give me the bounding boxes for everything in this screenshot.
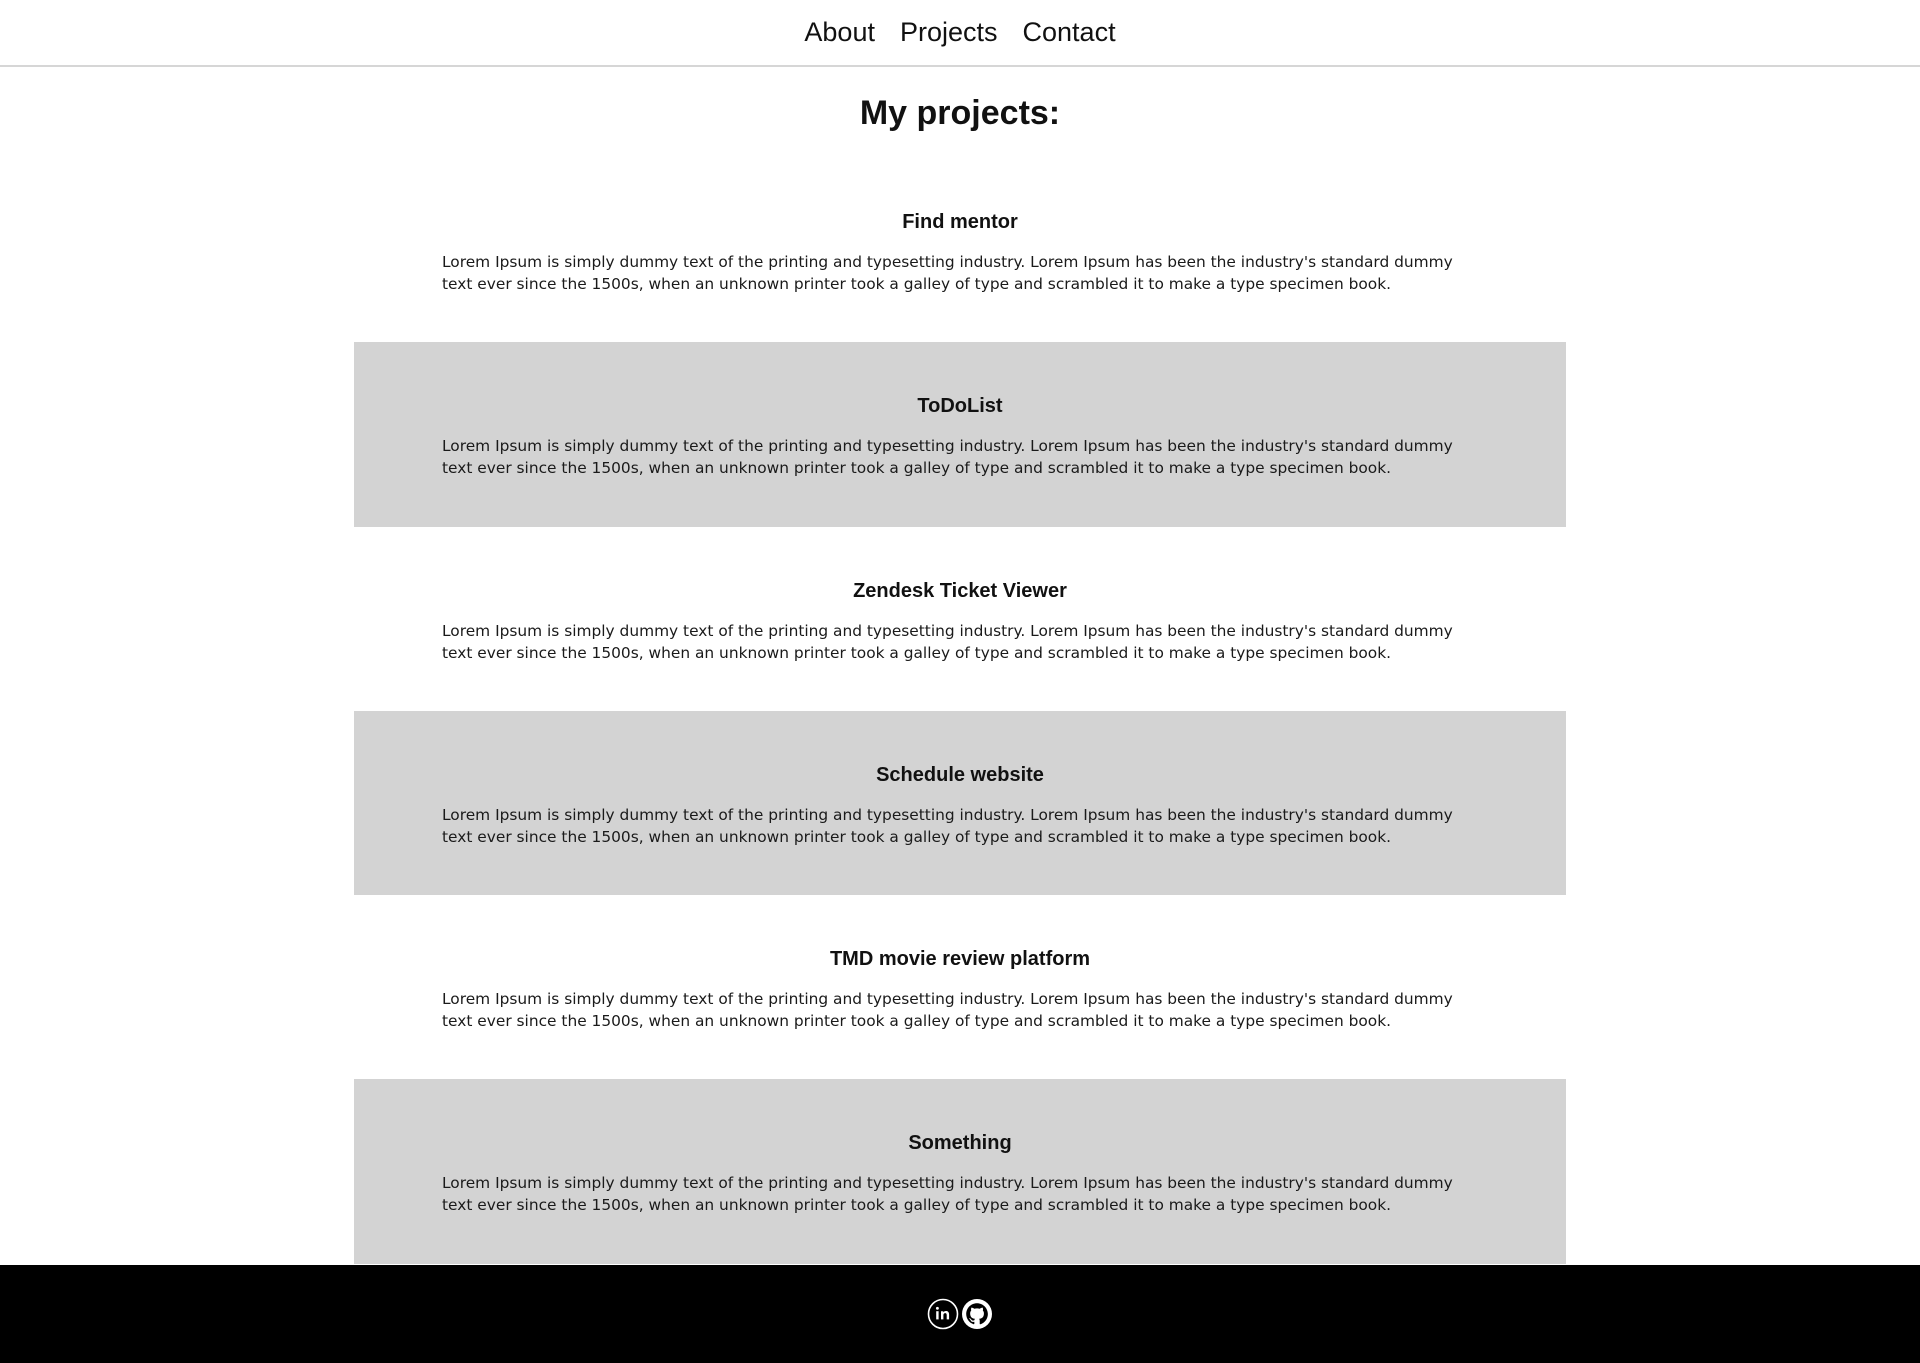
projects-list: Find mentor Lorem Ipsum is simply dummy … <box>354 158 1566 1264</box>
project-item: TMD movie review platform Lorem Ipsum is… <box>354 895 1566 1079</box>
project-item: Schedule website Lorem Ipsum is simply d… <box>354 710 1566 896</box>
page-title: My projects: <box>859 94 1061 132</box>
project-description: Lorem Ipsum is simply dummy text of the … <box>442 990 1453 1031</box>
project-description: Lorem Ipsum is simply dummy text of the … <box>442 805 1453 846</box>
github-icon <box>962 1299 992 1329</box>
project-title: Schedule website <box>876 763 1044 786</box>
project-description: Lorem Ipsum is simply dummy text of the … <box>442 1174 1453 1215</box>
project-item: Zendesk Ticket Viewer Lorem Ipsum is sim… <box>354 527 1566 711</box>
project-title: Zendesk Ticket Viewer <box>853 579 1067 602</box>
footer <box>0 1265 1920 1363</box>
project-item: Something Lorem Ipsum is simply dummy te… <box>354 1079 1566 1264</box>
project-title: Find mentor <box>902 211 1018 233</box>
nav-link-contact[interactable]: Contact <box>1023 19 1116 46</box>
linkedin-link[interactable] <box>927 1298 959 1330</box>
project-item: Find mentor Lorem Ipsum is simply dummy … <box>354 158 1566 342</box>
linkedin-icon <box>927 1298 959 1330</box>
project-title: Something <box>908 1132 1012 1155</box>
project-item: ToDoList Lorem Ipsum is simply dummy tex… <box>354 342 1566 527</box>
project-description: Lorem Ipsum is simply dummy text of the … <box>442 253 1453 293</box>
github-link[interactable] <box>961 1298 993 1330</box>
project-title: ToDoList <box>917 395 1003 418</box>
top-navigation: About Projects Contact <box>0 0 1920 67</box>
project-description: Lorem Ipsum is simply dummy text of the … <box>442 621 1453 662</box>
nav-link-projects[interactable]: Projects <box>900 19 998 46</box>
nav-link-about[interactable]: About <box>804 19 875 46</box>
project-description: Lorem Ipsum is simply dummy text of the … <box>442 437 1453 478</box>
project-title: TMD movie review platform <box>829 948 1091 971</box>
